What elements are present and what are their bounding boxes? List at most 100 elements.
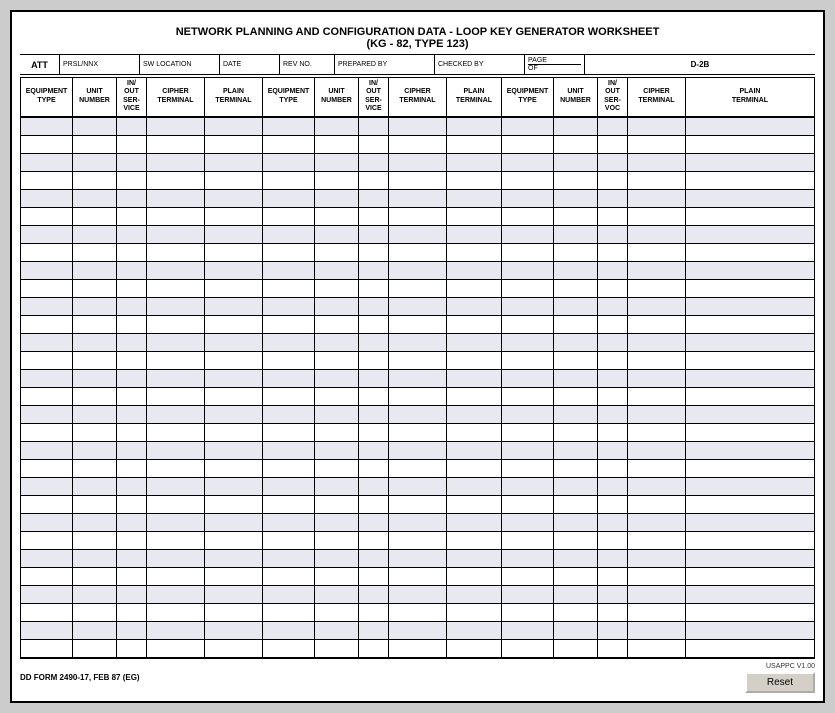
data-cell[interactable]: [447, 568, 502, 585]
data-cell[interactable]: [598, 568, 628, 585]
data-cell[interactable]: [598, 298, 628, 315]
data-cell[interactable]: [315, 442, 359, 459]
data-cell[interactable]: [502, 478, 554, 495]
data-cell[interactable]: [598, 154, 628, 171]
data-cell[interactable]: [21, 550, 73, 567]
data-cell[interactable]: [628, 208, 686, 225]
data-cell[interactable]: [628, 334, 686, 351]
data-cell[interactable]: [554, 154, 598, 171]
data-cell[interactable]: [147, 280, 205, 297]
data-cell[interactable]: [598, 136, 628, 153]
data-cell[interactable]: [502, 262, 554, 279]
data-cell[interactable]: [147, 640, 205, 657]
data-cell[interactable]: [359, 208, 389, 225]
data-cell[interactable]: [686, 172, 814, 189]
data-cell[interactable]: [686, 208, 814, 225]
data-cell[interactable]: [205, 172, 263, 189]
data-cell[interactable]: [686, 568, 814, 585]
data-cell[interactable]: [21, 424, 73, 441]
data-cell[interactable]: [147, 568, 205, 585]
data-cell[interactable]: [205, 226, 263, 243]
data-cell[interactable]: [21, 514, 73, 531]
data-cell[interactable]: [315, 370, 359, 387]
data-cell[interactable]: [315, 118, 359, 135]
data-cell[interactable]: [628, 154, 686, 171]
data-cell[interactable]: [502, 622, 554, 639]
data-cell[interactable]: [73, 532, 117, 549]
data-cell[interactable]: [147, 388, 205, 405]
data-cell[interactable]: [502, 442, 554, 459]
data-cell[interactable]: [21, 208, 73, 225]
data-cell[interactable]: [205, 496, 263, 513]
data-cell[interactable]: [315, 496, 359, 513]
data-cell[interactable]: [389, 622, 447, 639]
data-cell[interactable]: [117, 568, 147, 585]
data-cell[interactable]: [147, 496, 205, 513]
data-cell[interactable]: [554, 406, 598, 423]
data-cell[interactable]: [263, 442, 315, 459]
data-cell[interactable]: [21, 406, 73, 423]
data-cell[interactable]: [598, 532, 628, 549]
data-cell[interactable]: [205, 136, 263, 153]
data-cell[interactable]: [315, 622, 359, 639]
data-cell[interactable]: [315, 190, 359, 207]
data-cell[interactable]: [554, 622, 598, 639]
data-cell[interactable]: [117, 352, 147, 369]
data-cell[interactable]: [315, 478, 359, 495]
data-cell[interactable]: [147, 154, 205, 171]
data-cell[interactable]: [598, 388, 628, 405]
data-cell[interactable]: [73, 316, 117, 333]
data-cell[interactable]: [554, 424, 598, 441]
data-cell[interactable]: [205, 550, 263, 567]
data-cell[interactable]: [21, 478, 73, 495]
data-cell[interactable]: [263, 586, 315, 603]
data-cell[interactable]: [502, 316, 554, 333]
data-cell[interactable]: [686, 622, 814, 639]
data-cell[interactable]: [315, 406, 359, 423]
data-cell[interactable]: [686, 496, 814, 513]
data-cell[interactable]: [628, 586, 686, 603]
data-cell[interactable]: [554, 370, 598, 387]
data-cell[interactable]: [147, 244, 205, 261]
data-cell[interactable]: [389, 280, 447, 297]
data-cell[interactable]: [315, 298, 359, 315]
data-cell[interactable]: [554, 532, 598, 549]
data-cell[interactable]: [502, 334, 554, 351]
data-cell[interactable]: [205, 244, 263, 261]
data-cell[interactable]: [263, 226, 315, 243]
data-cell[interactable]: [447, 442, 502, 459]
data-cell[interactable]: [554, 514, 598, 531]
data-cell[interactable]: [263, 154, 315, 171]
data-cell[interactable]: [263, 460, 315, 477]
data-cell[interactable]: [598, 406, 628, 423]
data-cell[interactable]: [554, 262, 598, 279]
data-cell[interactable]: [359, 514, 389, 531]
data-cell[interactable]: [389, 550, 447, 567]
data-cell[interactable]: [73, 136, 117, 153]
data-cell[interactable]: [598, 586, 628, 603]
data-cell[interactable]: [263, 478, 315, 495]
data-cell[interactable]: [389, 262, 447, 279]
data-cell[interactable]: [554, 316, 598, 333]
data-cell[interactable]: [502, 298, 554, 315]
data-cell[interactable]: [205, 622, 263, 639]
data-cell[interactable]: [263, 424, 315, 441]
data-cell[interactable]: [447, 640, 502, 657]
data-cell[interactable]: [205, 352, 263, 369]
data-cell[interactable]: [21, 622, 73, 639]
data-cell[interactable]: [389, 568, 447, 585]
data-cell[interactable]: [73, 298, 117, 315]
data-cell[interactable]: [628, 622, 686, 639]
data-cell[interactable]: [21, 370, 73, 387]
data-cell[interactable]: [263, 514, 315, 531]
data-cell[interactable]: [315, 316, 359, 333]
data-cell[interactable]: [359, 622, 389, 639]
data-cell[interactable]: [73, 604, 117, 621]
data-cell[interactable]: [263, 604, 315, 621]
data-cell[interactable]: [147, 532, 205, 549]
data-cell[interactable]: [628, 604, 686, 621]
data-cell[interactable]: [21, 280, 73, 297]
data-cell[interactable]: [147, 370, 205, 387]
data-cell[interactable]: [554, 352, 598, 369]
data-cell[interactable]: [205, 514, 263, 531]
